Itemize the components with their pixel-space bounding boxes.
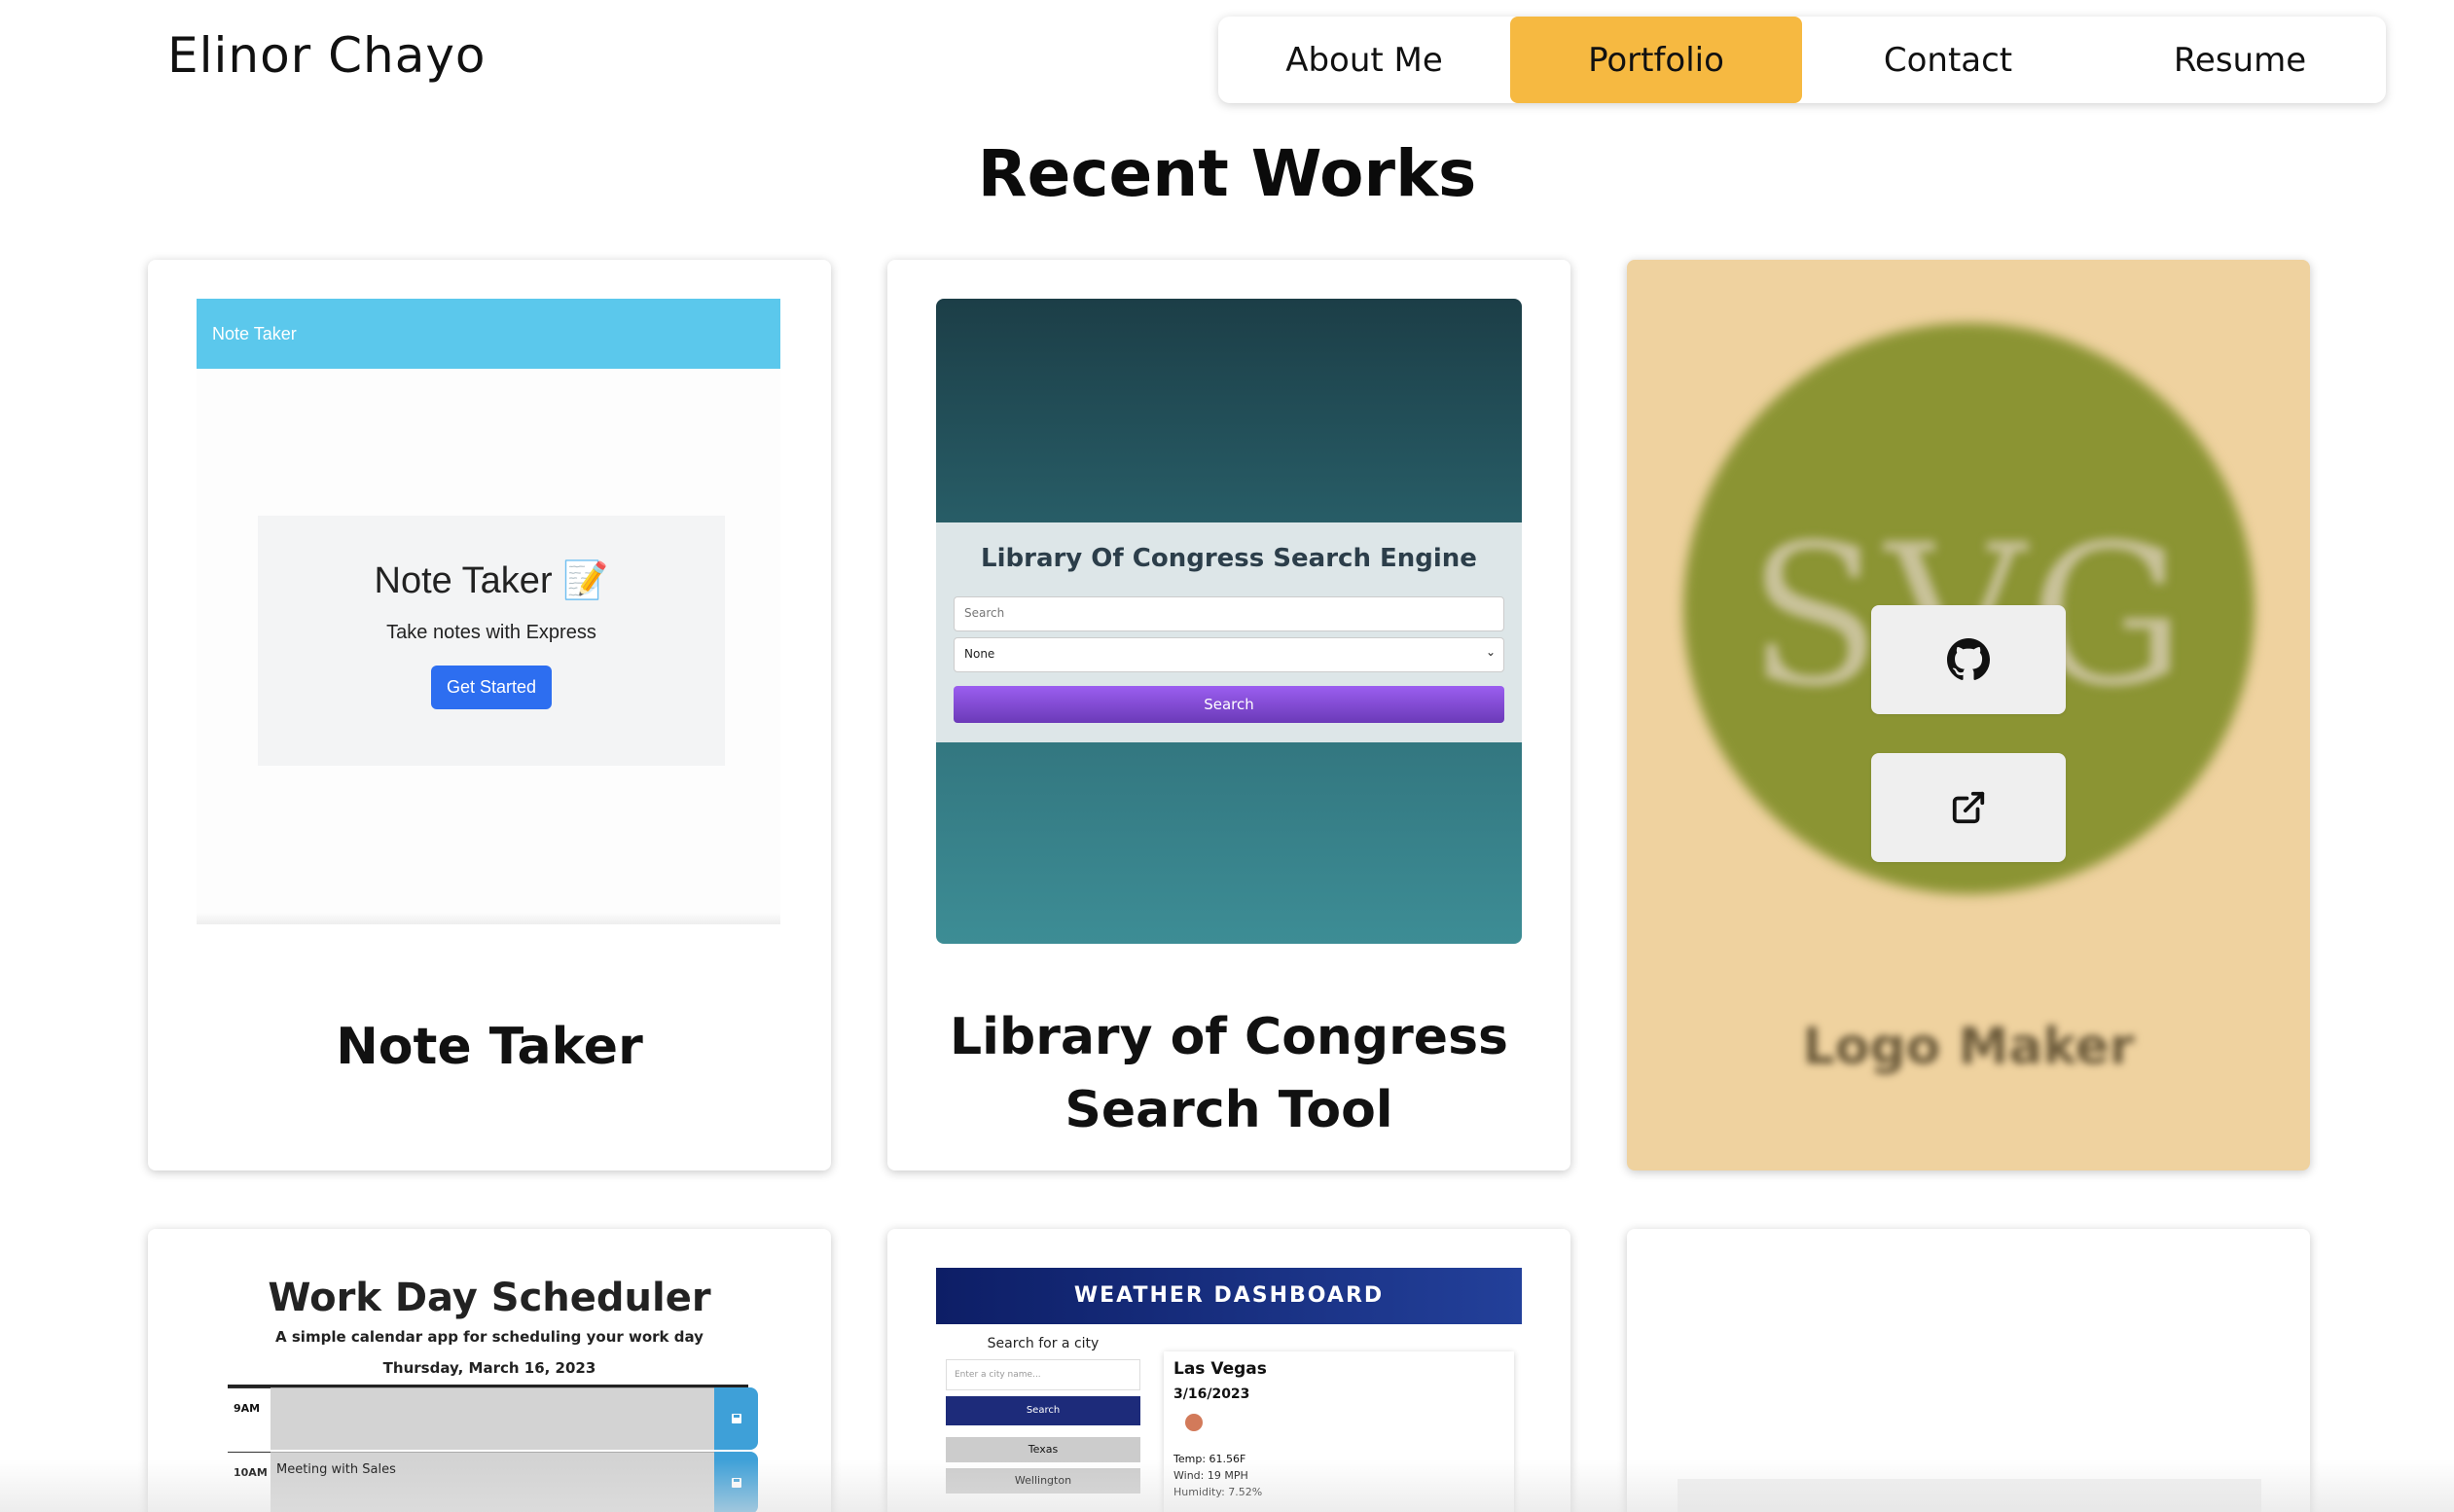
chevron-down-icon: ⌄ <box>1485 645 1496 659</box>
hour-label: 10AM <box>228 1452 271 1512</box>
project-title-line-1: Library of Congress <box>950 1008 1508 1066</box>
preview-title: Library Of Congress Search Engine <box>981 544 1477 573</box>
preview-search-sidebar: Search for a city Enter a city name... S… <box>946 1336 1140 1494</box>
preview-search-label: Search for a city <box>987 1336 1100 1351</box>
main-nav: About Me Portfolio Contact Resume <box>1218 17 2386 103</box>
project-screenshot: Library Of Congress Search Engine Search… <box>936 299 1522 944</box>
nav-resume[interactable]: Resume <box>2094 17 2386 103</box>
external-link-icon <box>1952 791 1985 824</box>
project-card-library-of-congress[interactable]: Library Of Congress Search Engine Search… <box>887 260 1570 1170</box>
project-card-6[interactable] <box>1627 1229 2310 1512</box>
preview-current-weather: Las Vegas 3/16/2023 Temp: 61.56F Wind: 1… <box>1164 1351 1514 1512</box>
preview-select-value: None <box>964 647 995 661</box>
preview-search-panel: Library Of Congress Search Engine Search… <box>936 522 1522 742</box>
preview-search-button: Search <box>954 686 1504 723</box>
hour-slot: Meeting with Sales <box>271 1452 714 1512</box>
preview-hour-row: 10AM Meeting with Sales <box>228 1452 758 1512</box>
preview-city: Las Vegas <box>1173 1359 1267 1379</box>
preview-history-item: Wellington <box>946 1468 1140 1494</box>
preview-hero-subtitle: Take notes with Express <box>386 622 596 643</box>
site-name[interactable]: Elinor Chayo <box>167 27 487 84</box>
preview-get-started-button: Get Started <box>430 666 553 709</box>
project-card-logo-maker[interactable]: SVG Logo Maker <box>1627 260 2310 1170</box>
github-link-button[interactable] <box>1871 605 2066 714</box>
preview-date: Thursday, March 16, 2023 <box>382 1359 596 1377</box>
preview-city-input: Enter a city name... <box>946 1359 1140 1390</box>
nav-portfolio[interactable]: Portfolio <box>1510 17 1802 103</box>
preview-subtitle: A simple calendar app for scheduling you… <box>275 1328 704 1346</box>
github-icon <box>1947 638 1990 680</box>
project-card-note-taker[interactable]: Note Taker Note Taker 📝 Take notes with … <box>148 260 831 1170</box>
project-screenshot: Note Taker Note Taker 📝 Take notes with … <box>197 299 780 924</box>
project-card-work-day-scheduler[interactable]: Work Day Scheduler A simple calendar app… <box>148 1229 831 1512</box>
preview-navbar: Note Taker <box>197 299 780 369</box>
section-title: Recent Works <box>977 136 1477 211</box>
save-icon <box>714 1452 758 1512</box>
nav-about-me[interactable]: About Me <box>1218 17 1510 103</box>
preview-header: WEATHER DASHBOARD <box>936 1268 1522 1324</box>
preview-humidity: Humidity: 7.52% <box>1173 1486 1263 1498</box>
project-title: Note Taker <box>336 1018 643 1076</box>
live-site-link-button[interactable] <box>1871 753 2066 862</box>
preview-title: Work Day Scheduler <box>268 1276 711 1320</box>
preview-history-item: Texas <box>946 1437 1140 1462</box>
project-title: Logo Maker <box>1802 1018 2135 1076</box>
weather-icon <box>1185 1414 1203 1431</box>
preview-date: 3/16/2023 <box>1173 1386 1250 1402</box>
project-screenshot-placeholder <box>1678 1479 2261 1512</box>
preview-wind: Wind: 19 MPH <box>1173 1469 1248 1482</box>
preview-search-button: Search <box>946 1396 1140 1425</box>
save-icon <box>714 1387 758 1450</box>
preview-hero-panel: Note Taker 📝 Take notes with Express Get… <box>258 516 725 766</box>
project-title-line-2: Search Tool <box>1065 1081 1393 1139</box>
preview-category-select: None ⌄ <box>954 637 1504 672</box>
nav-contact[interactable]: Contact <box>1802 17 2094 103</box>
preview-search-input: Search <box>954 596 1504 631</box>
preview-hero-title: Note Taker 📝 <box>374 560 609 601</box>
hour-slot <box>271 1387 714 1450</box>
preview-temp: Temp: 61.56F <box>1173 1453 1246 1465</box>
preview-hour-row: 9AM <box>228 1387 758 1450</box>
preview-footer <box>197 913 780 924</box>
hour-label: 9AM <box>228 1387 271 1450</box>
project-card-weather-dashboard[interactable]: WEATHER DASHBOARD Search for a city Ente… <box>887 1229 1570 1512</box>
